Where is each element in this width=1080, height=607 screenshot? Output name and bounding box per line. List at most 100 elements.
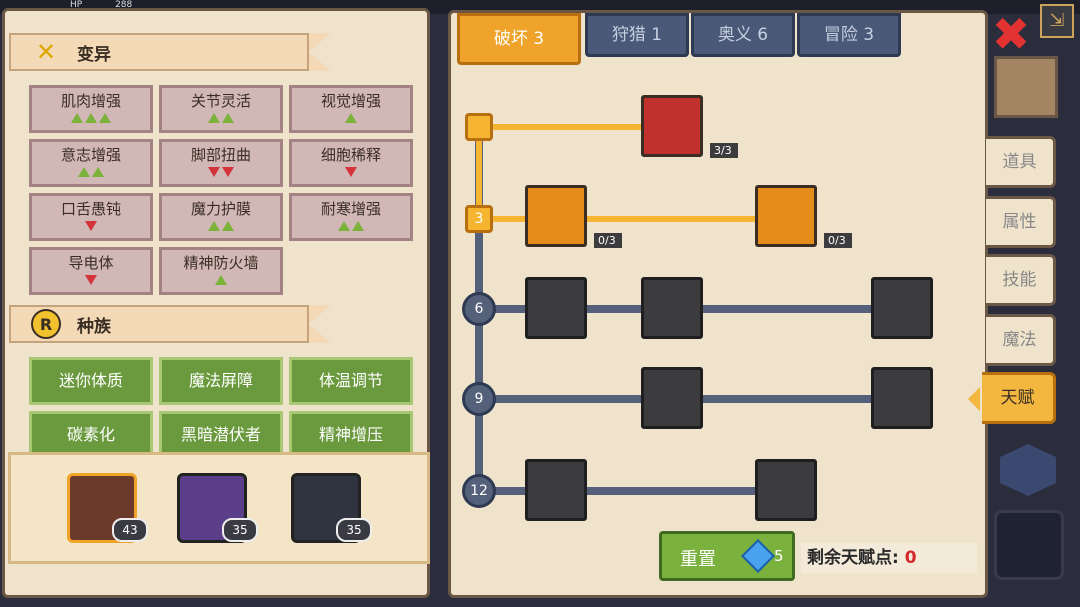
shield-talent-icon[interactable] (525, 277, 587, 339)
up-arrow-icon (352, 221, 364, 231)
trait-modifier-marks (292, 219, 410, 233)
mutation-trait[interactable]: 导电体 (29, 247, 153, 295)
up-arrow-icon (92, 167, 104, 177)
race-banner: R 种族 (9, 305, 331, 343)
tier-12-marker: 12 (462, 474, 496, 508)
side-tab-talents[interactable]: 天赋 (968, 372, 1056, 424)
grip-talent-icon[interactable] (755, 459, 817, 521)
fist-talent-icon[interactable] (525, 459, 587, 521)
mutation-trait[interactable]: 意志增强 (29, 139, 153, 187)
down-arrow-icon (345, 167, 357, 177)
race-title: 种族 (77, 316, 111, 337)
mutation-trait[interactable]: 视觉增强 (289, 85, 413, 133)
punch-talent-icon[interactable] (641, 277, 703, 339)
down-arrow-icon (222, 167, 234, 177)
up-arrow-icon (345, 113, 357, 123)
side-tab-magic[interactable]: 魔法 (986, 314, 1056, 366)
muscle-rank: 0/3 (594, 233, 622, 248)
arm-wrestle-rank: 3/3 (710, 143, 738, 158)
mutation-title: 变异 (77, 44, 111, 65)
dna-icon: ✕ (35, 38, 57, 66)
trait-modifier-marks (32, 111, 150, 125)
trait-modifier-marks (162, 273, 280, 287)
splash-talent-icon[interactable] (871, 277, 933, 339)
up-arrow-icon (215, 275, 227, 285)
up-arrow-icon (222, 113, 234, 123)
mutation-trait[interactable]: 细胞稀释 (289, 139, 413, 187)
mutation-trait[interactable]: 耐寒增强 (289, 193, 413, 241)
bat-talent-icon[interactable] (871, 367, 933, 429)
remaining-points-label: 剩余天赋点: (807, 548, 899, 568)
up-arrow-icon (338, 221, 350, 231)
down-arrow-icon (85, 275, 97, 285)
up-arrow-icon (99, 113, 111, 123)
mutation-trait-label: 精神防火墙 (183, 254, 259, 272)
trait-modifier-marks (32, 219, 150, 233)
mutation-trait[interactable]: 脚部扭曲 (159, 139, 283, 187)
trait-modifier-marks (162, 165, 280, 179)
hero-level-badge: 35 (222, 518, 258, 542)
mutation-trait-label: 视觉增强 (320, 92, 381, 110)
mutation-trait-label: 导电体 (68, 254, 114, 272)
hero-level-badge: 43 (112, 518, 148, 542)
hero-level-badge: 35 (336, 518, 372, 542)
hero-portrait[interactable]: 35 (291, 473, 372, 543)
talent-panel: 破坏 3 狩猎 1 奥义 6 冒险 3 3 6 9 12 3/3 0/3 0/3… (448, 10, 988, 598)
trait-modifier-marks (292, 111, 410, 125)
up-arrow-icon (222, 221, 234, 231)
hero-portrait[interactable]: 35 (177, 473, 258, 543)
exit-icon[interactable]: ⇲ (1040, 4, 1074, 38)
arm-wrestle-talent[interactable]: 3/3 (641, 95, 738, 158)
remaining-points-value: 0 (904, 548, 917, 568)
race-trait[interactable]: 迷你体质 (29, 357, 153, 405)
race-r-icon: R (31, 309, 61, 339)
muscle-talent[interactable]: 0/3 (525, 185, 622, 248)
trait-modifier-marks (292, 165, 410, 179)
down-arrow-icon (85, 221, 97, 231)
mutation-trait-label: 脚部扭曲 (190, 146, 251, 164)
close-icon[interactable]: ✖ (990, 11, 1032, 57)
mutation-trait-label: 魔力护膜 (190, 200, 251, 218)
reset-cost: 5 (774, 547, 784, 565)
minimap[interactable] (994, 56, 1058, 118)
up-arrow-icon (208, 113, 220, 123)
mutation-trait[interactable]: 关节灵活 (159, 85, 283, 133)
mutation-trait[interactable]: 精神防火墙 (159, 247, 283, 295)
bow-icon[interactable] (994, 510, 1064, 580)
mutation-trait-label: 耐寒增强 (320, 200, 381, 218)
tier-6-marker: 6 (462, 292, 496, 326)
remaining-points: 剩余天赋点: 0 (801, 543, 977, 573)
reset-label: 重置 (680, 549, 716, 570)
up-arrow-icon (71, 113, 83, 123)
arrow-talent[interactable]: 0/3 (755, 185, 852, 248)
trait-modifier-marks (162, 219, 280, 233)
mutation-trait[interactable]: 口舌愚钝 (29, 193, 153, 241)
up-arrow-icon (85, 113, 97, 123)
side-tab-items[interactable]: 道具 (986, 136, 1056, 188)
tier-root-marker (465, 113, 493, 141)
tier-9-marker: 9 (462, 382, 496, 416)
up-arrow-icon (208, 221, 220, 231)
reset-button[interactable]: 重置 5 (659, 531, 795, 581)
skull-icon[interactable] (1000, 444, 1056, 496)
trait-modifier-marks (32, 165, 150, 179)
mutation-trait-label: 肌肉增强 (60, 92, 121, 110)
party-bar: 43 35 35 (8, 452, 430, 564)
mutation-banner: ✕ 变异 (9, 33, 331, 71)
mutation-trait-label: 口舌愚钝 (60, 200, 121, 218)
arrow-rank: 0/3 (824, 233, 852, 248)
trait-modifier-marks (162, 111, 280, 125)
vortex-talent-icon[interactable] (641, 367, 703, 429)
mutation-trait-label: 意志增强 (60, 146, 121, 164)
down-arrow-icon (208, 167, 220, 177)
mutation-trait[interactable]: 肌肉增强 (29, 85, 153, 133)
side-tab-skills[interactable]: 技能 (986, 254, 1056, 306)
mutation-trait[interactable]: 魔力护膜 (159, 193, 283, 241)
race-trait[interactable]: 体温调节 (289, 357, 413, 405)
up-arrow-icon (78, 167, 90, 177)
side-tab-attributes[interactable]: 属性 (986, 196, 1056, 248)
mutation-trait-label: 关节灵活 (190, 92, 251, 110)
hero-portrait[interactable]: 43 (67, 473, 148, 543)
race-trait[interactable]: 魔法屏障 (159, 357, 283, 405)
gem-icon (741, 539, 775, 573)
